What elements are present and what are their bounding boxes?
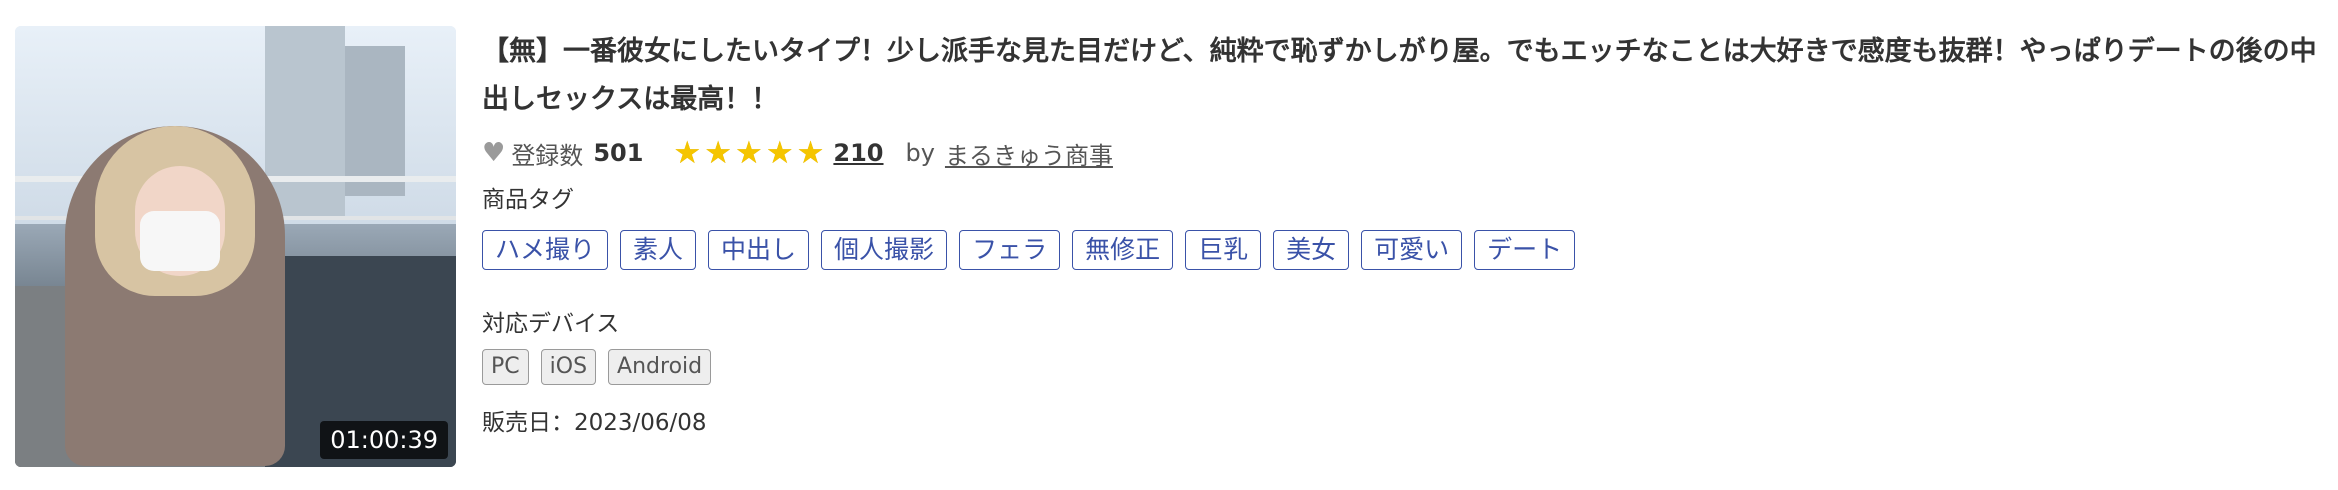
tag-link[interactable]: 個人撮影 (821, 230, 948, 270)
thumbnail-mask (140, 211, 220, 271)
tag-list: ハメ撮り 素人 中出し 個人撮影 フェラ 無修正 巨乳 美女 可愛い デート (482, 230, 1587, 270)
device-list: PC iOS Android (482, 349, 723, 385)
tag-link[interactable]: 巨乳 (1185, 230, 1262, 270)
star-icon: ★ (735, 135, 763, 171)
devices-label: 対応デバイス (482, 311, 620, 337)
heart-icon[interactable]: ♥ (482, 138, 505, 168)
favorites-count: 501 (593, 139, 644, 167)
device-badge: PC (482, 349, 529, 385)
device-badge: Android (608, 349, 712, 385)
product-thumbnail[interactable]: 01:00:39 (15, 26, 456, 467)
tag-link[interactable]: ハメ撮り (482, 230, 609, 270)
product-title[interactable]: 【無】一番彼女にしたいタイプ！少し派手な見た目だけど、純粋で恥ずかしがり屋。でも… (482, 28, 2322, 124)
release-date: 販売日：2023/06/08 (482, 410, 707, 436)
tag-link[interactable]: デート (1474, 230, 1576, 270)
rating-stars: ★ ★ ★ ★ ★ (673, 136, 827, 170)
by-label: by (905, 139, 935, 167)
star-icon: ★ (704, 135, 733, 171)
star-icon: ★ (765, 135, 794, 171)
device-badge: iOS (540, 349, 597, 385)
tag-link[interactable]: 美女 (1273, 230, 1350, 270)
thumbnail-building (265, 26, 345, 216)
favorites-label: 登録数 (511, 141, 584, 170)
tag-link[interactable]: 素人 (620, 230, 697, 270)
review-count-link[interactable]: 210 (833, 139, 883, 167)
star-icon: ★ (673, 135, 702, 171)
tag-link[interactable]: 中出し (708, 230, 810, 270)
tags-label: 商品タグ (482, 187, 574, 213)
star-icon: ★ (796, 135, 825, 171)
product-meta-row: ♥ 登録数 501 ★ ★ ★ ★ ★ 210 by まるきゅう商事 (482, 136, 1113, 170)
thumbnail-building (345, 46, 405, 196)
tag-link[interactable]: フェラ (959, 230, 1061, 270)
tag-link[interactable]: 無修正 (1072, 230, 1174, 270)
seller-link[interactable]: まるきゅう商事 (945, 136, 1113, 171)
duration-badge: 01:00:39 (320, 421, 448, 459)
tag-link[interactable]: 可愛い (1361, 230, 1463, 270)
